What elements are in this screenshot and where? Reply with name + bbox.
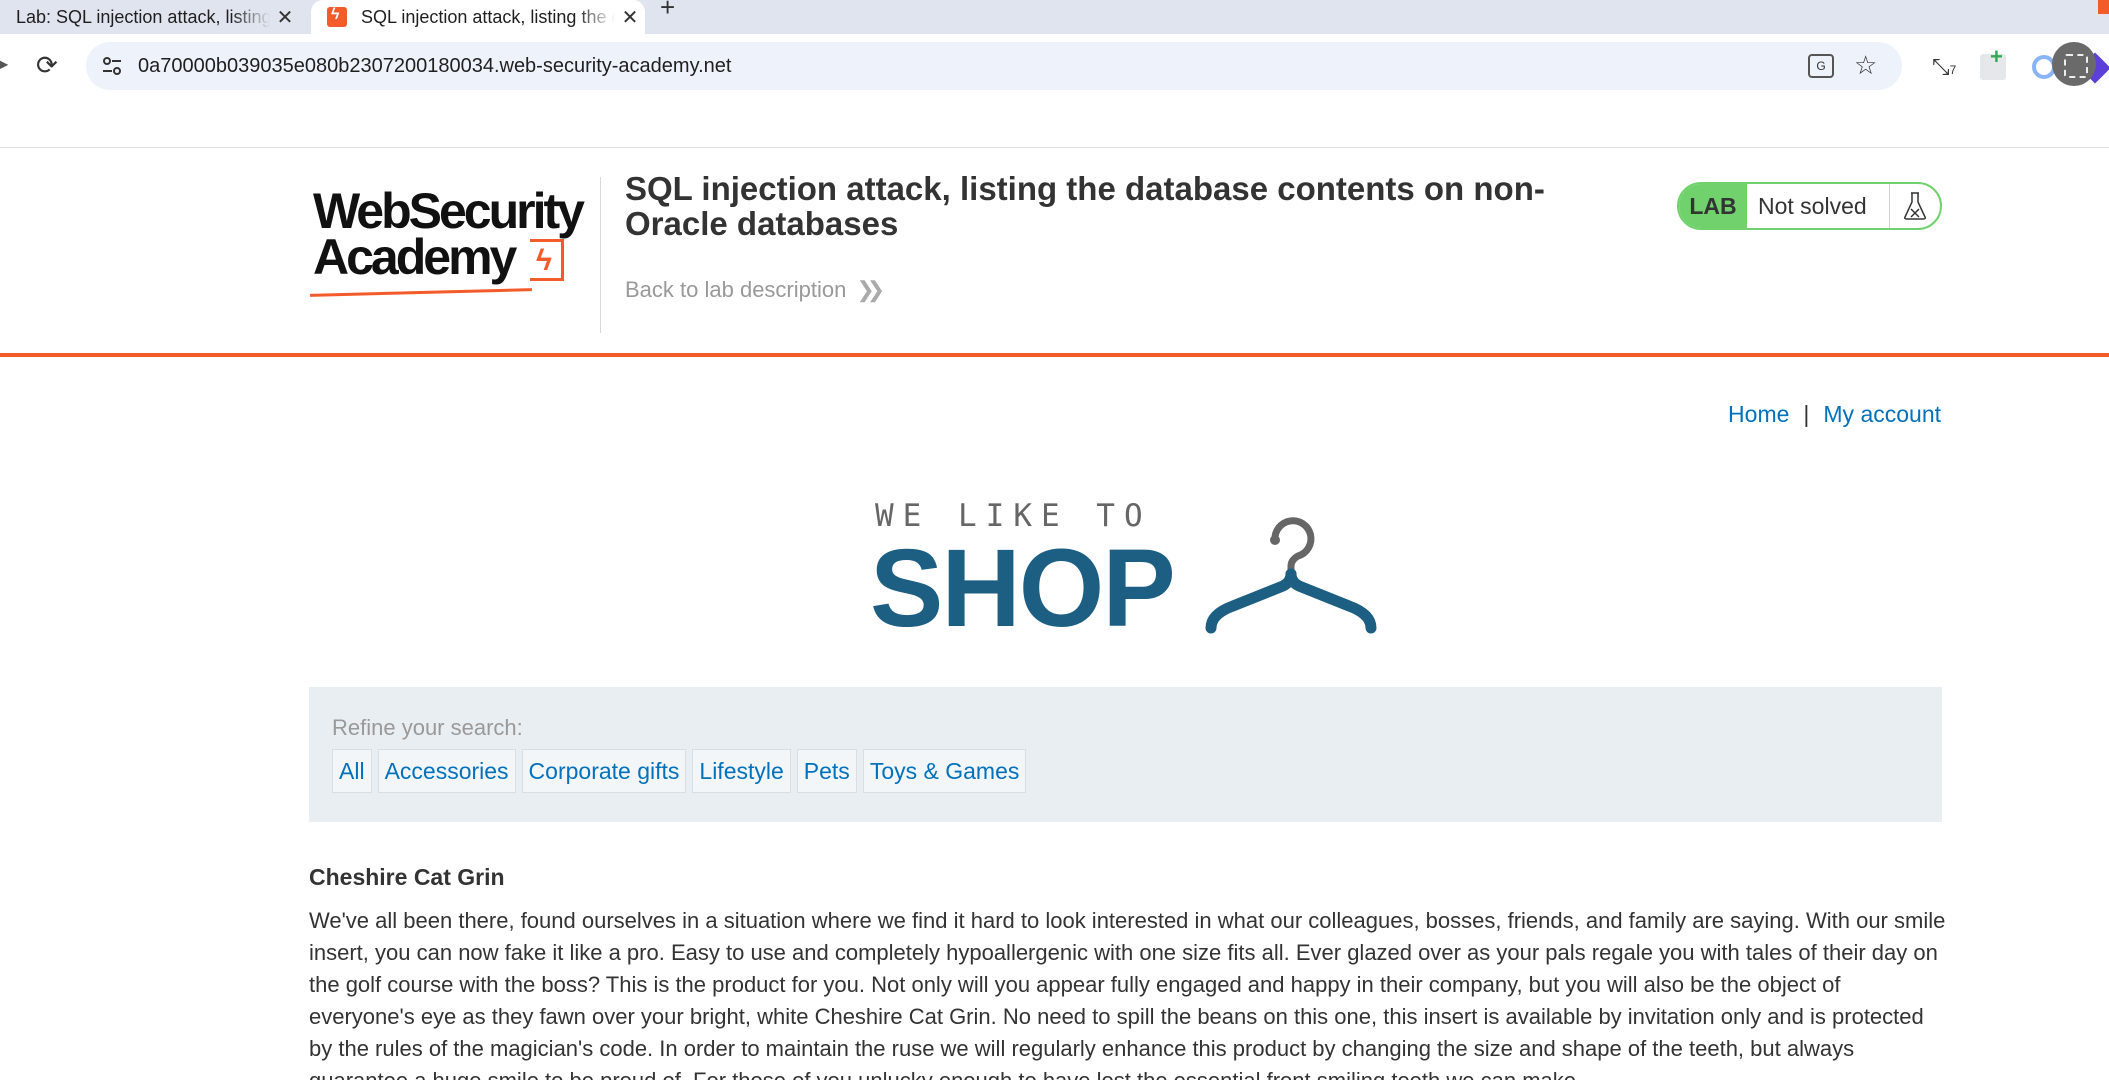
shop-logo: WE LIKE TO SHOP: [870, 496, 1383, 644]
screen-capture-icon[interactable]: [2052, 42, 2096, 86]
filter-accessories[interactable]: Accessories: [377, 749, 516, 793]
translate-icon[interactable]: G: [1808, 54, 1834, 78]
filter-all[interactable]: All: [332, 749, 372, 793]
url-text[interactable]: 0a70000b039035e080b2307200180034.web-sec…: [138, 55, 731, 78]
bookmark-star-icon[interactable]: ☆: [1854, 50, 1877, 81]
reload-icon[interactable]: ⟳: [36, 50, 58, 81]
window-corner-icon: [2098, 0, 2109, 14]
extension-badge-count: 7: [1949, 63, 1957, 77]
header-divider: [600, 177, 601, 333]
shop-top-nav: Home | My account: [1728, 401, 1941, 428]
tab-title: SQL injection attack, listing the databa…: [361, 6, 615, 27]
tab-close-icon[interactable]: ✕: [615, 5, 645, 30]
search-filter-panel: Refine your search: All Accessories Corp…: [309, 687, 1942, 822]
academy-lab-header: WebSecurity Academy SQL injection attack…: [0, 149, 2109, 357]
filter-toys-and-games[interactable]: Toys & Games: [862, 749, 1027, 793]
product-title: Cheshire Cat Grin: [309, 864, 505, 890]
filter-pets[interactable]: Pets: [796, 749, 857, 793]
lab-title: SQL injection attack, listing the databa…: [625, 170, 1545, 242]
filter-lifestyle[interactable]: Lifestyle: [692, 749, 791, 793]
extension-tab-counter-icon[interactable]: ⤡7: [1932, 54, 1958, 80]
back-link-label: Back to lab description: [625, 277, 847, 302]
nav-separator: |: [1803, 401, 1810, 427]
browser-tab-lab-active[interactable]: SQL injection attack, listing the databa…: [311, 0, 645, 34]
tab-close-icon[interactable]: ✕: [270, 5, 300, 30]
logo-underline: [309, 288, 533, 297]
logo-bolt-icon: [530, 239, 564, 281]
lab-status-text: Not solved: [1747, 184, 1890, 228]
filter-label: Refine your search:: [332, 715, 523, 740]
extension-add-icon[interactable]: [1980, 44, 2006, 80]
shop-logo-word: SHOP: [870, 527, 1176, 650]
filter-corporate-gifts[interactable]: Corporate gifts: [521, 749, 687, 793]
home-link[interactable]: Home: [1728, 401, 1789, 427]
back-arrow-icon[interactable]: ►: [0, 54, 12, 75]
filter-category-list: All Accessories Corporate gifts Lifestyl…: [332, 749, 1027, 793]
logo-text-line2: Academy: [313, 229, 517, 285]
portswigger-favicon-icon: [327, 6, 347, 27]
site-settings-icon[interactable]: [100, 54, 124, 78]
browser-tab-strip: Lab: SQL injection attack, listing the d…: [0, 0, 2109, 34]
double-chevron-right-icon: ❯❯: [856, 277, 885, 302]
tab-title: Lab: SQL injection attack, listing the d…: [16, 6, 270, 27]
my-account-link[interactable]: My account: [1823, 401, 1941, 427]
flask-icon: [1890, 184, 1940, 228]
browser-toolbar: ► ⟳ 0a70000b039035e080b2307200180034.web…: [0, 34, 2109, 98]
bookmarks-bar: [0, 98, 2109, 148]
new-tab-button[interactable]: +: [660, 0, 675, 28]
hanger-icon: [1205, 517, 1377, 634]
web-security-academy-logo[interactable]: WebSecurity Academy: [309, 183, 600, 313]
back-to-lab-description-link[interactable]: Back to lab description ❯❯: [625, 277, 885, 303]
lab-status-widget: LAB Not solved: [1677, 182, 1942, 230]
product-description: We've all been there, found ourselves in…: [309, 908, 1946, 1080]
address-bar[interactable]: 0a70000b039035e080b2307200180034.web-sec…: [86, 42, 1902, 90]
browser-tab-lab-description[interactable]: Lab: SQL injection attack, listing the d…: [0, 0, 300, 34]
lab-badge: LAB: [1679, 184, 1747, 228]
